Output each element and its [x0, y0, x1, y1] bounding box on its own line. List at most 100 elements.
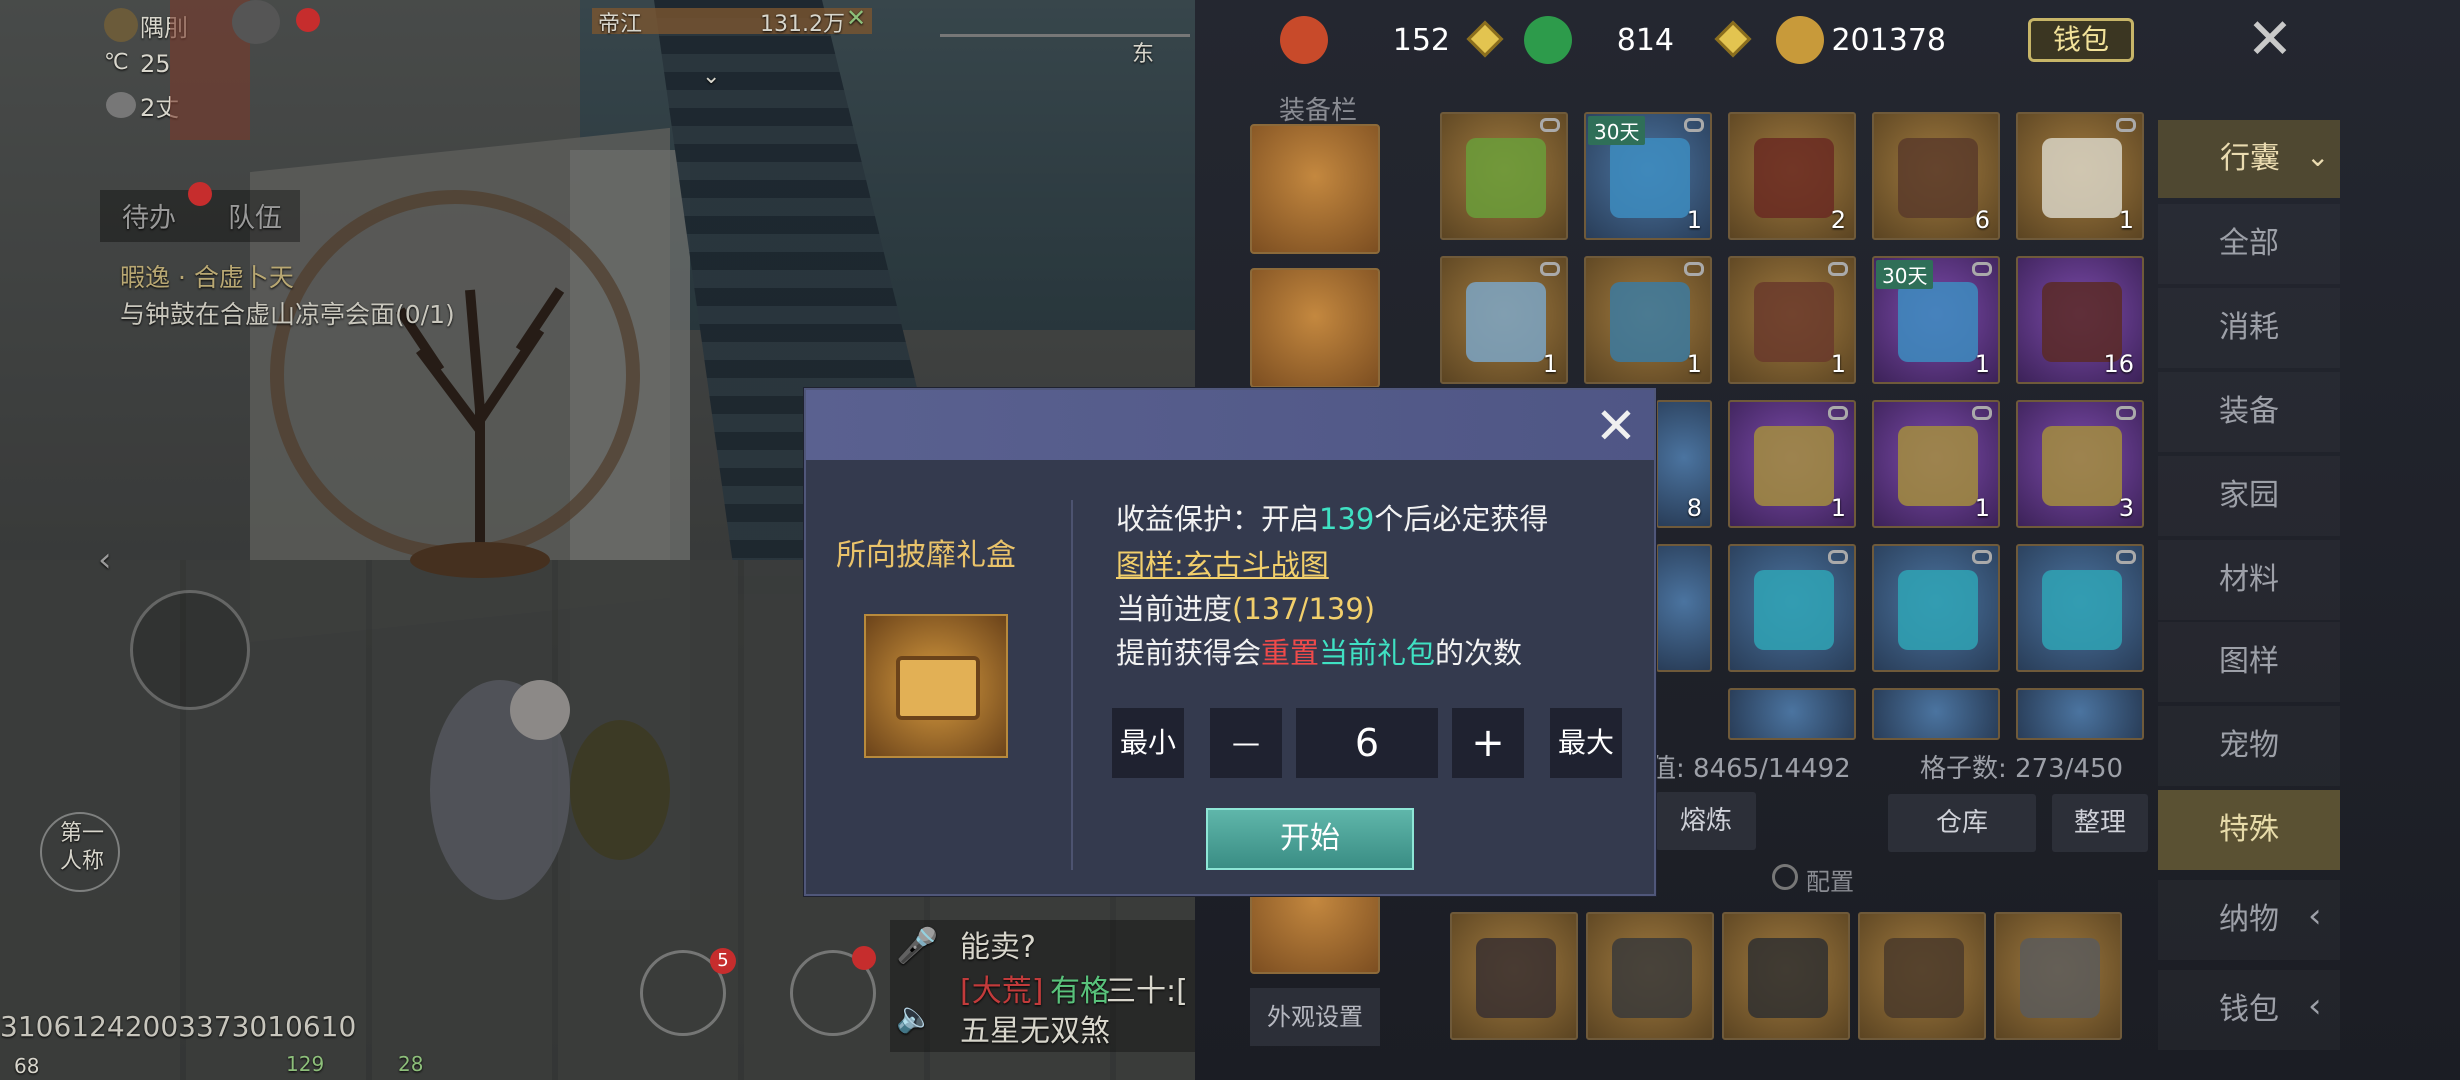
enemy-name: 帝江: [598, 12, 643, 37]
tab-team[interactable]: 队伍: [228, 196, 282, 235]
item-slot[interactable]: [1728, 544, 1856, 672]
dialog-header: [806, 390, 1654, 460]
equip-title: 装备栏: [1278, 96, 1357, 126]
item-slot[interactable]: 16: [2016, 256, 2144, 384]
chat-text: 三十:[: [1106, 974, 1188, 1009]
quantity-input[interactable]: 6: [1296, 708, 1438, 778]
category-special[interactable]: 特殊: [2158, 790, 2340, 870]
quest-title[interactable]: 暇逸 · 合虚卜天: [120, 258, 294, 294]
treasure-chest-icon: [864, 614, 1008, 758]
item-slot[interactable]: 30天 1: [1584, 112, 1712, 240]
temperature-icon: ℃: [104, 50, 129, 75]
bag-alert-icon: [852, 946, 876, 970]
gear-icon: [1772, 864, 1798, 890]
weapon-slot[interactable]: [1722, 912, 1850, 1040]
todo-alert-icon: [188, 182, 212, 206]
fps-value: 68: [14, 1054, 40, 1078]
sword-skill-icon[interactable]: [130, 590, 250, 710]
bottom-stat-2: 28: [398, 1052, 424, 1076]
weapon-slot[interactable]: [1586, 912, 1714, 1040]
weapon-slot[interactable]: [1858, 912, 1986, 1040]
category-pet[interactable]: 宠物: [2158, 706, 2340, 786]
weapon-slot[interactable]: [1994, 912, 2122, 1040]
minus-button[interactable]: —: [1210, 708, 1282, 778]
item-slot[interactable]: 1: [1728, 256, 1856, 384]
home-badge: 5: [710, 948, 736, 974]
close-icon[interactable]: ✕: [2240, 10, 2300, 70]
min-button[interactable]: 最小: [1112, 708, 1184, 778]
dialog-divider: [1071, 500, 1073, 870]
progress-line: 当前进度(137/139): [1116, 592, 1376, 626]
currency-2: [1524, 14, 1572, 66]
voice-icon[interactable]: 🎤: [896, 926, 938, 966]
item-slot[interactable]: [1728, 688, 1856, 740]
sort-button[interactable]: 整理: [2052, 794, 2148, 852]
appearance-button[interactable]: 外观设置: [1250, 988, 1380, 1046]
category-consume[interactable]: 消耗: [2158, 288, 2340, 368]
chat-line-1: 能卖?: [960, 930, 1036, 965]
currency-1: [1280, 14, 1328, 66]
plus-button[interactable]: +: [1452, 708, 1524, 778]
item-slot[interactable]: 8: [1656, 400, 1712, 528]
tab-todo[interactable]: 待办: [122, 196, 176, 235]
wallet-button[interactable]: 钱包: [2028, 18, 2134, 62]
enemy-close-icon[interactable]: ✕: [846, 4, 866, 32]
wind-icon: [106, 92, 136, 118]
chat-channel: [大荒]: [960, 974, 1044, 1009]
item-slot[interactable]: 1: [2016, 112, 2144, 240]
item-slot[interactable]: 1: [1440, 256, 1568, 384]
game-screen: 隅刖 ℃ 25 2丈 帝江 131.2万 ✕ 东 ⌄ 待办 队伍 暇逸 · 合虚…: [0, 0, 2460, 1080]
category-pattern[interactable]: 图样: [2158, 622, 2340, 702]
item-slot[interactable]: 1: [1584, 256, 1712, 384]
item-slot[interactable]: [1872, 544, 2000, 672]
item-slot[interactable]: 6: [1872, 112, 2000, 240]
slot-count: 格子数: 273/450: [1920, 754, 2124, 784]
item-slot[interactable]: 1: [1872, 400, 2000, 528]
chevron-left-icon[interactable]: ‹: [98, 540, 112, 580]
capacity-stat: 值: 8465/14492: [1650, 754, 1851, 784]
item-slot[interactable]: [1872, 688, 2000, 740]
chevron-left-icon: ‹: [2308, 896, 2322, 936]
equip-slot[interactable]: [1250, 124, 1380, 254]
bottom-stat-1: 129: [286, 1052, 325, 1076]
category-all[interactable]: 全部: [2158, 204, 2340, 284]
speaker-icon[interactable]: 🔈: [896, 1000, 933, 1035]
weather-sun-icon: [104, 8, 138, 42]
chat-name: 有格: [1050, 974, 1110, 1009]
quest-desc[interactable]: 与钟鼓在合虚山凉亭会面(0/1): [120, 298, 480, 332]
currency-3-value: 201378: [1831, 22, 1946, 58]
category-home[interactable]: 家园: [2158, 456, 2340, 536]
player-id: 31061242003373010610: [0, 1010, 357, 1043]
item-slot[interactable]: 30天 1: [1872, 256, 2000, 384]
close-icon[interactable]: ✕: [1586, 396, 1646, 456]
chevron-down-icon[interactable]: ⌄: [702, 64, 720, 89]
weapon-slot[interactable]: [1450, 912, 1578, 1040]
item-slot[interactable]: [1440, 112, 1568, 240]
item-slot[interactable]: 1: [1728, 400, 1856, 528]
item-slot[interactable]: [2016, 544, 2144, 672]
return-icon[interactable]: [232, 0, 280, 44]
config-label: 配置: [1806, 868, 1854, 896]
item-slot[interactable]: 2: [1728, 112, 1856, 240]
enemy-hp: 131.2万: [760, 12, 845, 37]
pattern-link[interactable]: 图样:玄古斗战图: [1116, 542, 1329, 584]
reset-warning: 提前获得会重置当前礼包的次数: [1116, 636, 1523, 670]
item-slot[interactable]: [2016, 688, 2144, 740]
currency-3: [1776, 14, 1824, 66]
category-equip[interactable]: 装备: [2158, 372, 2340, 452]
chat-line-2: 五星无双煞: [960, 1014, 1110, 1049]
equip-slot[interactable]: [1250, 268, 1380, 388]
warehouse-button[interactable]: 仓库: [1888, 794, 2036, 852]
category-material[interactable]: 材料: [2158, 540, 2340, 620]
coin-gold-icon: [1776, 16, 1824, 64]
start-button[interactable]: 开始: [1206, 808, 1414, 870]
smelt-button[interactable]: 熔炼: [1656, 792, 1756, 850]
coin-green-icon: [1524, 16, 1572, 64]
protect-line: 收益保护：开启139个后必定获得: [1116, 502, 1549, 536]
chevron-down-icon: ⌄: [2306, 140, 2330, 173]
max-button[interactable]: 最大: [1550, 708, 1622, 778]
gift-box-name: 所向披靡礼盒: [836, 538, 1016, 573]
item-slot[interactable]: 3: [2016, 400, 2144, 528]
gift-box-dialog: ✕ 所向披靡礼盒 收益保护：开启139个后必定获得 图样:玄古斗战图 当前进度(…: [804, 388, 1656, 896]
item-slot[interactable]: [1656, 544, 1712, 672]
